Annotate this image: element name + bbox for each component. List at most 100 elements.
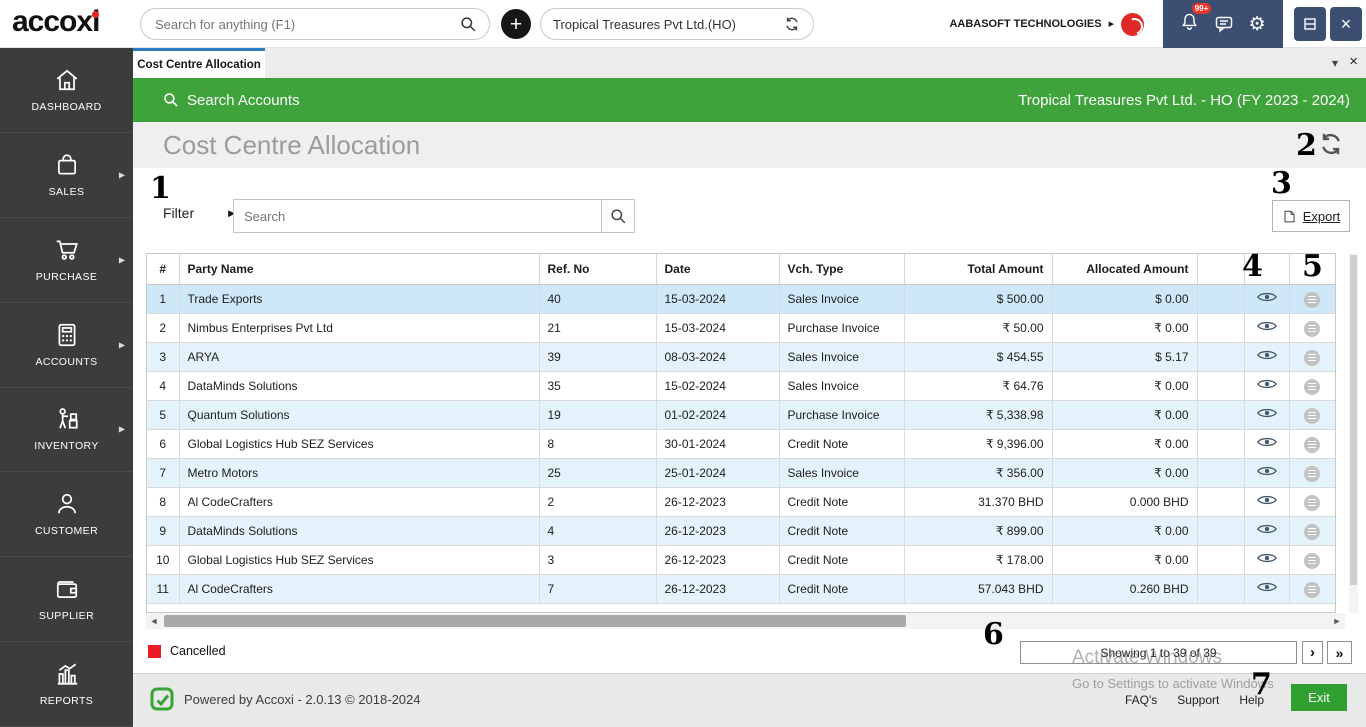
row-menu-icon[interactable] <box>1304 378 1321 395</box>
row-menu-icon[interactable] <box>1304 523 1321 540</box>
view-eye-icon[interactable] <box>1256 552 1277 564</box>
sidebar-label: SALES <box>48 185 85 198</box>
support-link[interactable]: Support <box>1177 693 1219 707</box>
view-eye-icon[interactable] <box>1256 436 1277 448</box>
table-row[interactable]: 11 Al CodeCrafters 7 26-12-2023 Credit N… <box>147 574 1335 604</box>
sidebar-label: REPORTS <box>39 695 94 708</box>
pagination-last-button[interactable]: » <box>1327 641 1352 664</box>
view-eye-icon[interactable] <box>1256 291 1277 303</box>
dashboard-home-icon <box>54 67 80 93</box>
search-icon[interactable] <box>460 16 477 33</box>
tab-cost-centre-allocation[interactable]: Cost Centre Allocation <box>133 48 265 78</box>
tab-strip: Cost Centre Allocation ▾ × <box>133 48 1366 78</box>
view-eye-icon[interactable] <box>1256 494 1277 506</box>
quick-add-button[interactable]: + <box>501 9 531 39</box>
horizontal-scroll-track[interactable] <box>162 613 1329 629</box>
window-minimize-button[interactable] <box>1294 7 1326 41</box>
vertical-scrollbar[interactable] <box>1349 253 1358 613</box>
table-search-button[interactable] <box>601 199 635 233</box>
row-menu-icon[interactable] <box>1304 349 1321 366</box>
annotation-1: 1 <box>150 171 171 206</box>
notification-badge: 99+ <box>1191 2 1212 14</box>
accoxi-footer-logo-icon <box>150 687 174 711</box>
scroll-right-arrow-icon[interactable]: ► <box>1329 616 1345 626</box>
col-header-vch: Vch. Type <box>779 254 905 285</box>
vertical-scroll-thumb[interactable] <box>1350 255 1357 585</box>
sidebar-label: INVENTORY <box>34 440 99 453</box>
table-search-input[interactable] <box>233 199 601 233</box>
topbar: accoxi + Tropical Treasures Pvt Ltd.(HO)… <box>0 0 1366 48</box>
customer-person-icon <box>54 491 80 517</box>
sidebar-label: CUSTOMER <box>34 525 99 538</box>
table-row[interactable]: 7 Metro Motors 25 25-01-2024 Sales Invoi… <box>147 458 1335 488</box>
switch-company-icon[interactable] <box>783 15 801 33</box>
row-menu-icon[interactable] <box>1304 494 1321 511</box>
sidebar-item-reports[interactable]: REPORTS <box>0 642 133 727</box>
scroll-left-arrow-icon[interactable]: ◄ <box>146 616 162 626</box>
row-menu-icon[interactable] <box>1304 436 1321 453</box>
pagination-next-button[interactable]: › <box>1302 641 1323 664</box>
table-search-group <box>233 199 635 233</box>
tab-list-caret-icon[interactable]: ▾ <box>1332 56 1338 70</box>
view-eye-icon[interactable] <box>1256 523 1277 535</box>
refresh-icon[interactable] <box>1316 130 1346 160</box>
settings-gear-icon[interactable]: ⚙ <box>1249 15 1266 34</box>
table-row[interactable]: 8 Al CodeCrafters 2 26-12-2023 Credit No… <box>147 487 1335 517</box>
horizontal-scroll-thumb[interactable] <box>164 615 906 627</box>
col-header-view <box>1244 254 1290 285</box>
exit-button[interactable]: Exit <box>1291 684 1347 711</box>
row-menu-icon[interactable] <box>1304 465 1321 482</box>
powered-by-text: Powered by Accoxi - 2.0.13 © 2018-2024 <box>184 692 421 707</box>
sidebar-item-purchase[interactable]: PURCHASE ▶ <box>0 218 133 303</box>
table-row[interactable]: 3 ARYA 39 08-03-2024 Sales Invoice $ 454… <box>147 342 1335 372</box>
row-menu-icon[interactable] <box>1304 552 1321 569</box>
table-row[interactable]: 6 Global Logistics Hub SEZ Services 8 30… <box>147 429 1335 459</box>
global-search[interactable] <box>140 8 490 40</box>
horizontal-scrollbar: ◄ ► <box>146 613 1345 629</box>
sidebar-item-supplier[interactable]: SUPPLIER <box>0 557 133 643</box>
global-search-input[interactable] <box>153 15 460 33</box>
view-eye-icon[interactable] <box>1256 465 1277 477</box>
view-eye-icon[interactable] <box>1256 349 1277 361</box>
export-button[interactable]: Export <box>1272 200 1350 232</box>
sidebar-item-sales[interactable]: SALES ▶ <box>0 133 133 218</box>
view-eye-icon[interactable] <box>1256 320 1277 332</box>
table-row[interactable]: 2 Nimbus Enterprises Pvt Ltd 21 15-03-20… <box>147 313 1335 343</box>
sidebar-item-accounts[interactable]: ACCOUNTS ▶ <box>0 303 133 388</box>
title-band: Cost Centre Allocation <box>133 122 1366 168</box>
sidebar-item-customer[interactable]: CUSTOMER <box>0 472 133 558</box>
window-close-button[interactable]: × <box>1330 7 1362 41</box>
row-menu-icon[interactable] <box>1304 291 1321 308</box>
view-eye-icon[interactable] <box>1256 581 1277 593</box>
row-menu-icon[interactable] <box>1304 320 1321 337</box>
supplier-wallet-icon <box>54 576 80 602</box>
company-selector[interactable]: Tropical Treasures Pvt Ltd.(HO) <box>540 8 814 40</box>
page-title: Cost Centre Allocation <box>163 129 421 160</box>
view-eye-icon[interactable] <box>1256 407 1277 419</box>
sidebar-label: ACCOUNTS <box>35 355 98 368</box>
help-link[interactable]: Help <box>1239 693 1264 707</box>
annotation-3: 3 <box>1271 166 1292 201</box>
messages-button[interactable] <box>1214 14 1234 34</box>
search-accounts-label: Search Accounts <box>187 91 300 109</box>
table-row[interactable]: 4 DataMinds Solutions 35 15-02-2024 Sale… <box>147 371 1335 401</box>
table-body: 1 Trade Exports 40 15-03-2024 Sales Invo… <box>147 284 1335 604</box>
legend-cancelled: Cancelled <box>148 644 226 658</box>
view-eye-icon[interactable] <box>1256 378 1277 390</box>
org-selector[interactable]: AABASOFT TECHNOLOGIES ▶ <box>949 0 1144 48</box>
sidebar-item-dashboard[interactable]: DASHBOARD <box>0 48 133 133</box>
col-header-blank <box>1197 254 1245 285</box>
notifications-button[interactable]: 99+ <box>1180 2 1212 37</box>
search-accounts-button[interactable]: Search Accounts <box>163 92 300 109</box>
faq-link[interactable]: FAQ's <box>1125 693 1157 707</box>
table-row[interactable]: 5 Quantum Solutions 19 01-02-2024 Purcha… <box>147 400 1335 430</box>
table-row[interactable]: 10 Global Logistics Hub SEZ Services 3 2… <box>147 545 1335 575</box>
table-row[interactable]: 9 DataMinds Solutions 4 26-12-2023 Credi… <box>147 516 1335 546</box>
row-menu-icon[interactable] <box>1304 407 1321 424</box>
filter-toggle[interactable]: Filter ▶ <box>163 205 235 221</box>
tab-close-icon[interactable]: × <box>1349 53 1358 70</box>
table-row[interactable]: 1 Trade Exports 40 15-03-2024 Sales Invo… <box>147 284 1335 314</box>
sidebar-item-inventory[interactable]: INVENTORY ▶ <box>0 388 133 473</box>
tab-label: Cost Centre Allocation <box>137 58 261 71</box>
row-menu-icon[interactable] <box>1304 581 1321 598</box>
